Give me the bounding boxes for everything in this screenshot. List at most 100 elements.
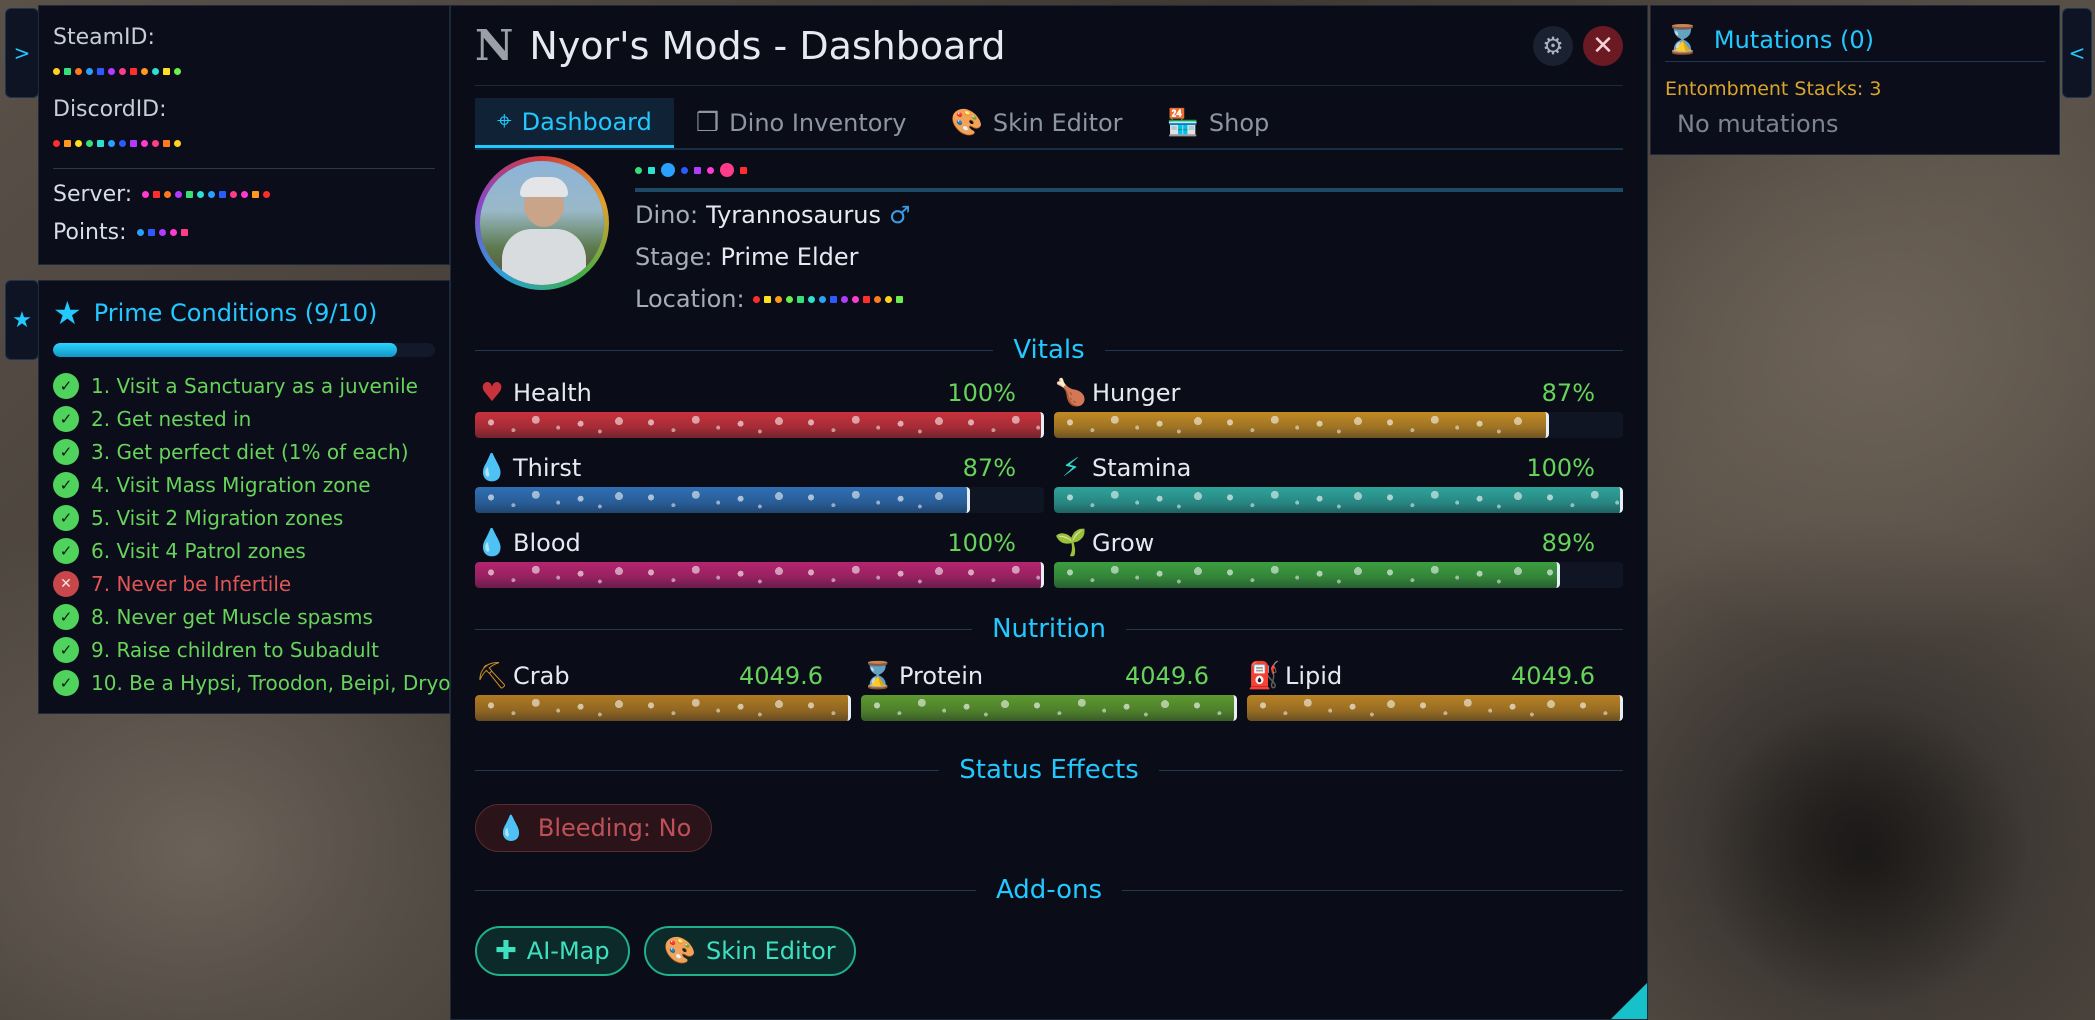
stamina-value: 100% bbox=[1526, 454, 1595, 482]
thirst-label: Thirst bbox=[513, 454, 582, 482]
obfuscated-char bbox=[141, 67, 148, 75]
tab-shop[interactable]: 🏪 Shop bbox=[1145, 98, 1292, 148]
obfuscated-char bbox=[86, 139, 93, 147]
obfuscated-char bbox=[75, 67, 82, 75]
cubes-icon: ❒ bbox=[695, 108, 720, 138]
obfuscated-char bbox=[208, 190, 216, 198]
condition-item: ✓ 2. Get nested in bbox=[53, 402, 435, 435]
water-drop-icon: 💧 bbox=[475, 453, 509, 483]
prime-progress-bar bbox=[53, 343, 435, 357]
grow-value: 89% bbox=[1541, 529, 1595, 557]
prime-conditions-header: ★ Prime Conditions (9/10) bbox=[53, 293, 435, 333]
health-meter: ♥ Health 100% bbox=[475, 376, 1044, 445]
obfuscated-char bbox=[807, 295, 815, 303]
addons-section-title: Add-ons bbox=[475, 870, 1623, 910]
obfuscated-char bbox=[152, 67, 159, 75]
condition-text: 10. Be a Hypsi, Troodon, Beipi, Dryo or bbox=[91, 670, 478, 695]
location-label: Location: bbox=[635, 285, 745, 313]
protein-header: ⌛ Protein 4049.6 bbox=[861, 659, 1237, 693]
collapse-right-panel-button[interactable]: < bbox=[2062, 8, 2092, 98]
ai-map-button[interactable]: ✚ AI-Map bbox=[475, 926, 630, 976]
blood-meter: 💧 Blood 100% bbox=[475, 526, 1044, 595]
dino-label: Dino: bbox=[635, 201, 699, 229]
condition-text: 3. Get perfect diet (1% of each) bbox=[91, 439, 409, 464]
chevron-right-icon: > bbox=[13, 41, 31, 65]
seedling-icon: 🌱 bbox=[1054, 528, 1088, 558]
prime-toggle-button[interactable]: ★ bbox=[5, 280, 39, 360]
obfuscated-char bbox=[53, 139, 60, 147]
tab-dashboard[interactable]: ⌖ Dashboard bbox=[475, 98, 674, 148]
star-icon: ★ bbox=[12, 307, 32, 333]
resize-handle[interactable] bbox=[1611, 983, 1647, 1019]
stamina-header: ⚡ Stamina 100% bbox=[1054, 451, 1623, 485]
avatar[interactable] bbox=[475, 156, 609, 290]
hunger-bar-fill bbox=[1054, 412, 1550, 438]
check-icon: ✓ bbox=[53, 372, 79, 399]
server-row: Server: bbox=[53, 179, 435, 209]
prime-conditions-title: Prime Conditions (9/10) bbox=[93, 299, 378, 327]
condition-item: ✓ 3. Get perfect diet (1% of each) bbox=[53, 435, 435, 468]
obfuscated-char bbox=[158, 228, 166, 236]
expand-left-panel-button[interactable]: > bbox=[5, 8, 39, 98]
grow-header: 🌱 Grow 89% bbox=[1054, 526, 1623, 560]
tab-skin-editor[interactable]: 🎨 Skin Editor bbox=[928, 98, 1144, 148]
blood-bar bbox=[475, 562, 1044, 588]
condition-text: 5. Visit 2 Migration zones bbox=[91, 505, 344, 530]
obfuscated-char bbox=[130, 139, 137, 147]
obfuscated-char bbox=[873, 295, 881, 303]
obfuscated-char bbox=[661, 163, 675, 177]
obfuscated-char bbox=[648, 166, 655, 174]
obfuscated-char bbox=[136, 228, 144, 236]
check-icon: ✓ bbox=[53, 537, 79, 564]
stamina-label: Stamina bbox=[1092, 454, 1192, 482]
nutrition-grid: ⛏ Crab 4049.6 ⌛ Protein 4049.6 ⛽ Lipid 4049.6 bbox=[475, 659, 1623, 728]
protein-bar-fill bbox=[861, 695, 1237, 721]
protein-label: Protein bbox=[899, 662, 984, 690]
prime-progress-fill bbox=[53, 343, 397, 357]
condition-item: ✓ 6. Visit 4 Patrol zones bbox=[53, 534, 435, 567]
obfuscated-char bbox=[263, 190, 271, 198]
obfuscated-char bbox=[681, 166, 688, 174]
condition-item: ✓ 10. Be a Hypsi, Troodon, Beipi, Dryo or bbox=[53, 666, 477, 699]
obfuscated-char bbox=[163, 67, 170, 75]
lipid-bar-fill bbox=[1247, 695, 1623, 721]
tab-dino-inventory[interactable]: ❒ Dino Inventory bbox=[674, 98, 929, 148]
crab-bar bbox=[475, 695, 851, 721]
hunger-label: Hunger bbox=[1092, 379, 1181, 407]
close-button[interactable]: ✕ bbox=[1583, 25, 1623, 66]
condition-text: 1. Visit a Sanctuary as a juvenile bbox=[91, 373, 418, 398]
condition-text: 7. Never be Infertile bbox=[91, 571, 292, 596]
hunger-meter: 🍗 Hunger 87% bbox=[1054, 376, 1623, 445]
obfuscated-char bbox=[740, 166, 747, 174]
gear-icon: ⚙ bbox=[1542, 31, 1564, 60]
stamina-bar bbox=[1054, 487, 1623, 513]
player-name bbox=[635, 156, 1623, 192]
bleeding-status-label: Bleeding: No bbox=[537, 814, 692, 842]
obfuscated-char bbox=[197, 190, 205, 198]
condition-item: ✓ 5. Visit 2 Migration zones bbox=[53, 501, 435, 534]
store-icon: 🏪 bbox=[1166, 108, 1199, 138]
addons-title: Add-ons bbox=[995, 875, 1103, 905]
entombment-stacks: Entombment Stacks: 3 bbox=[1665, 78, 1882, 100]
status-section-title: Status Effects bbox=[475, 750, 1623, 790]
obfuscated-char bbox=[64, 139, 71, 147]
thirst-bar bbox=[475, 487, 1044, 513]
discordid-label: DiscordID: bbox=[53, 97, 167, 122]
condition-item: ✓ 8. Never get Muscle spasms bbox=[53, 600, 435, 633]
obfuscated-char bbox=[97, 67, 104, 75]
obfuscated-char bbox=[175, 190, 183, 198]
check-icon: ✓ bbox=[53, 504, 79, 531]
skin-editor-button[interactable]: 🎨 Skin Editor bbox=[643, 926, 856, 976]
stage-label: Stage: bbox=[635, 243, 713, 271]
obfuscated-char bbox=[895, 295, 903, 303]
protein-bar bbox=[861, 695, 1237, 721]
stamina-bar-fill bbox=[1054, 487, 1623, 513]
hunger-bar bbox=[1054, 412, 1623, 438]
dashboard-window: N Nyor's Mods - Dashboard ⚙ ✕ ⌖ Dashboard… bbox=[450, 5, 1648, 1020]
chevron-left-icon: < bbox=[2068, 41, 2086, 65]
settings-button[interactable]: ⚙ bbox=[1533, 25, 1573, 66]
blood-label: Blood bbox=[513, 529, 581, 557]
location-row: Location: bbox=[635, 280, 1623, 318]
obfuscated-char bbox=[720, 163, 734, 177]
status-title: Status Effects bbox=[959, 755, 1139, 785]
